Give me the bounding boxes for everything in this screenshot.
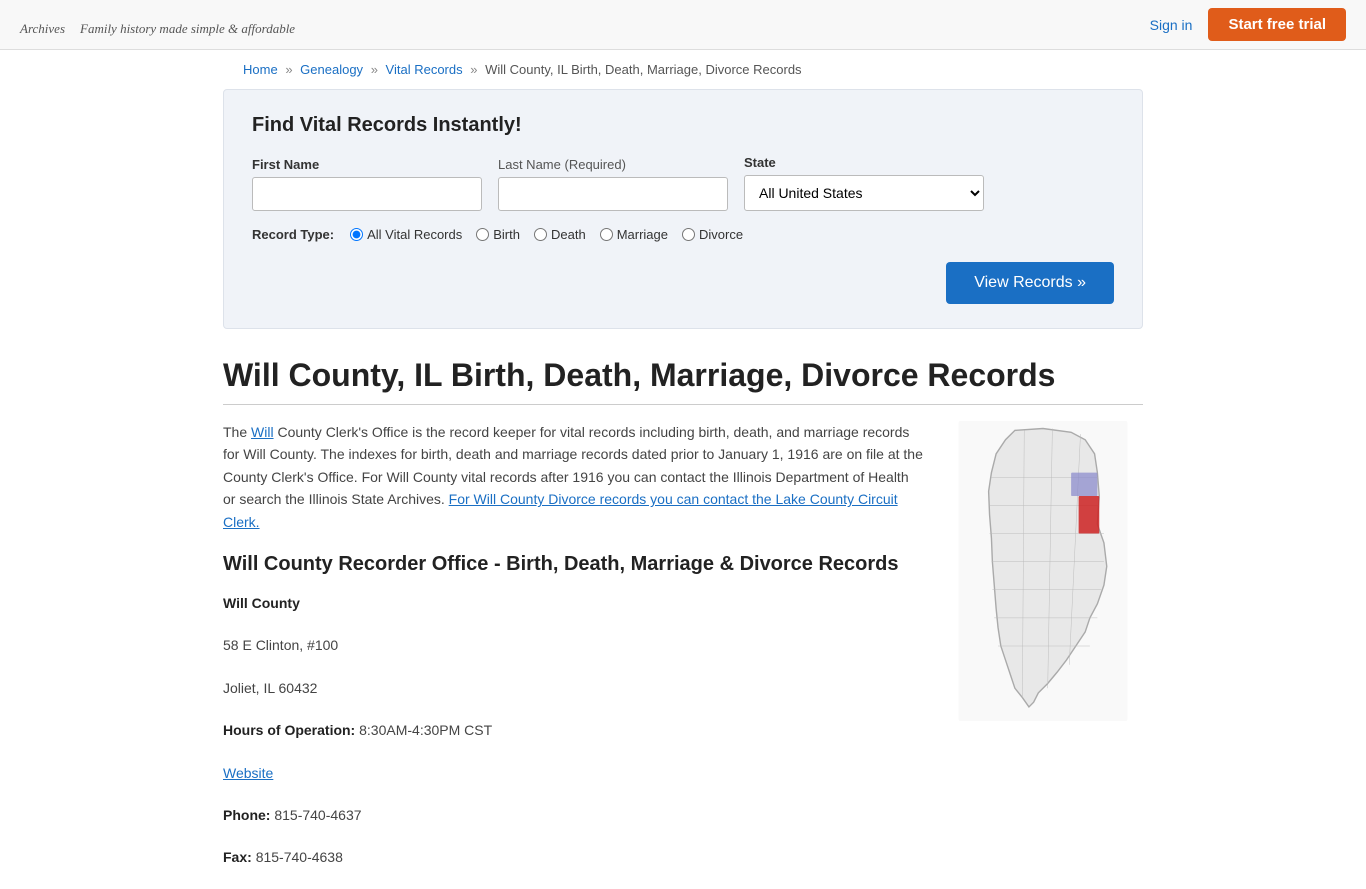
start-trial-button[interactable]: Start free trial	[1208, 8, 1346, 41]
search-title: Find Vital Records Instantly!	[252, 114, 1114, 137]
logo-text: Archives	[20, 21, 65, 36]
address1: 58 E Clinton, #100	[223, 634, 923, 656]
hours-row: Hours of Operation: 8:30AM-4:30PM CST	[223, 719, 923, 741]
breadcrumb-sep3: »	[470, 62, 477, 77]
record-type-marriage-radio[interactable]	[600, 228, 613, 241]
record-type-birth-radio[interactable]	[476, 228, 489, 241]
record-type-marriage[interactable]: Marriage	[600, 227, 668, 242]
record-type-divorce-radio[interactable]	[682, 228, 695, 241]
header-left: Archives Family history made simple & af…	[20, 9, 295, 41]
search-bottom: View Records »	[252, 258, 1114, 304]
last-name-group: Last Name (Required)	[498, 157, 728, 211]
site-header: Archives Family history made simple & af…	[0, 0, 1366, 50]
breadcrumb: Home » Genealogy » Vital Records » Will …	[223, 50, 1143, 89]
breadcrumb-genealogy[interactable]: Genealogy	[300, 62, 363, 77]
page-title: Will County, IL Birth, Death, Marriage, …	[223, 357, 1143, 405]
hours-label: Hours of Operation:	[223, 722, 355, 738]
fax-value: 815-740-4638	[256, 849, 343, 865]
hours-value: 8:30AM-4:30PM CST	[359, 722, 492, 738]
breadcrumb-sep1: »	[285, 62, 292, 77]
record-type-birth[interactable]: Birth	[476, 227, 520, 242]
illinois-map-svg	[953, 421, 1133, 721]
address2: Joliet, IL 60432	[223, 677, 923, 699]
content-area: The Will County Clerk's Office is the re…	[223, 421, 1143, 889]
will-link[interactable]: Will	[251, 424, 274, 440]
sign-in-link[interactable]: Sign in	[1150, 17, 1193, 33]
logo-tagline: Family history made simple & affordable	[80, 21, 295, 36]
for-will-link[interactable]: For Will County Divorce records you can …	[223, 491, 898, 529]
breadcrumb-sep2: »	[371, 62, 378, 77]
first-name-input[interactable]	[252, 177, 482, 211]
record-type-death[interactable]: Death	[534, 227, 586, 242]
state-group: State All United States Alabama Alaska I…	[744, 155, 984, 211]
record-type-label: Record Type:	[252, 227, 334, 242]
phone-value: 815-740-4637	[274, 807, 361, 823]
record-type-options: All Vital Records Birth Death Marriage D…	[350, 227, 743, 242]
first-name-group: First Name	[252, 157, 482, 211]
record-type-all[interactable]: All Vital Records	[350, 227, 462, 242]
office-section: Will County Recorder Office - Birth, Dea…	[223, 553, 923, 869]
website-link[interactable]: Website	[223, 765, 273, 781]
description-text: The Will County Clerk's Office is the re…	[223, 421, 923, 533]
office-title: Will County Recorder Office - Birth, Dea…	[223, 553, 923, 576]
view-records-button[interactable]: View Records »	[946, 262, 1114, 304]
office-details: Will County 58 E Clinton, #100 Joliet, I…	[223, 592, 923, 869]
breadcrumb-home[interactable]: Home	[243, 62, 278, 77]
record-type-death-radio[interactable]	[534, 228, 547, 241]
search-box: Find Vital Records Instantly! First Name…	[223, 89, 1143, 329]
state-label: State	[744, 155, 984, 170]
record-type-all-radio[interactable]	[350, 228, 363, 241]
last-name-label: Last Name (Required)	[498, 157, 728, 172]
fax-label: Fax:	[223, 849, 252, 865]
fax-row: Fax: 815-740-4638	[223, 846, 923, 868]
record-type-divorce[interactable]: Divorce	[682, 227, 743, 242]
search-fields: First Name Last Name (Required) State Al…	[252, 155, 1114, 211]
record-type-row: Record Type: All Vital Records Birth Dea…	[252, 227, 1114, 242]
illinois-map-area	[953, 421, 1143, 889]
first-name-label: First Name	[252, 157, 482, 172]
content-text: The Will County Clerk's Office is the re…	[223, 421, 923, 889]
breadcrumb-vital-records[interactable]: Vital Records	[386, 62, 463, 77]
state-select[interactable]: All United States Alabama Alaska Illinoi…	[744, 175, 984, 211]
office-name: Will County	[223, 595, 300, 611]
last-name-input[interactable]	[498, 177, 728, 211]
header-right: Sign in Start free trial	[1150, 8, 1346, 41]
breadcrumb-current: Will County, IL Birth, Death, Marriage, …	[485, 62, 801, 77]
website-row: Website	[223, 762, 923, 784]
phone-label: Phone:	[223, 807, 270, 823]
site-logo: Archives Family history made simple & af…	[20, 9, 295, 41]
phone-row: Phone: 815-740-4637	[223, 804, 923, 826]
